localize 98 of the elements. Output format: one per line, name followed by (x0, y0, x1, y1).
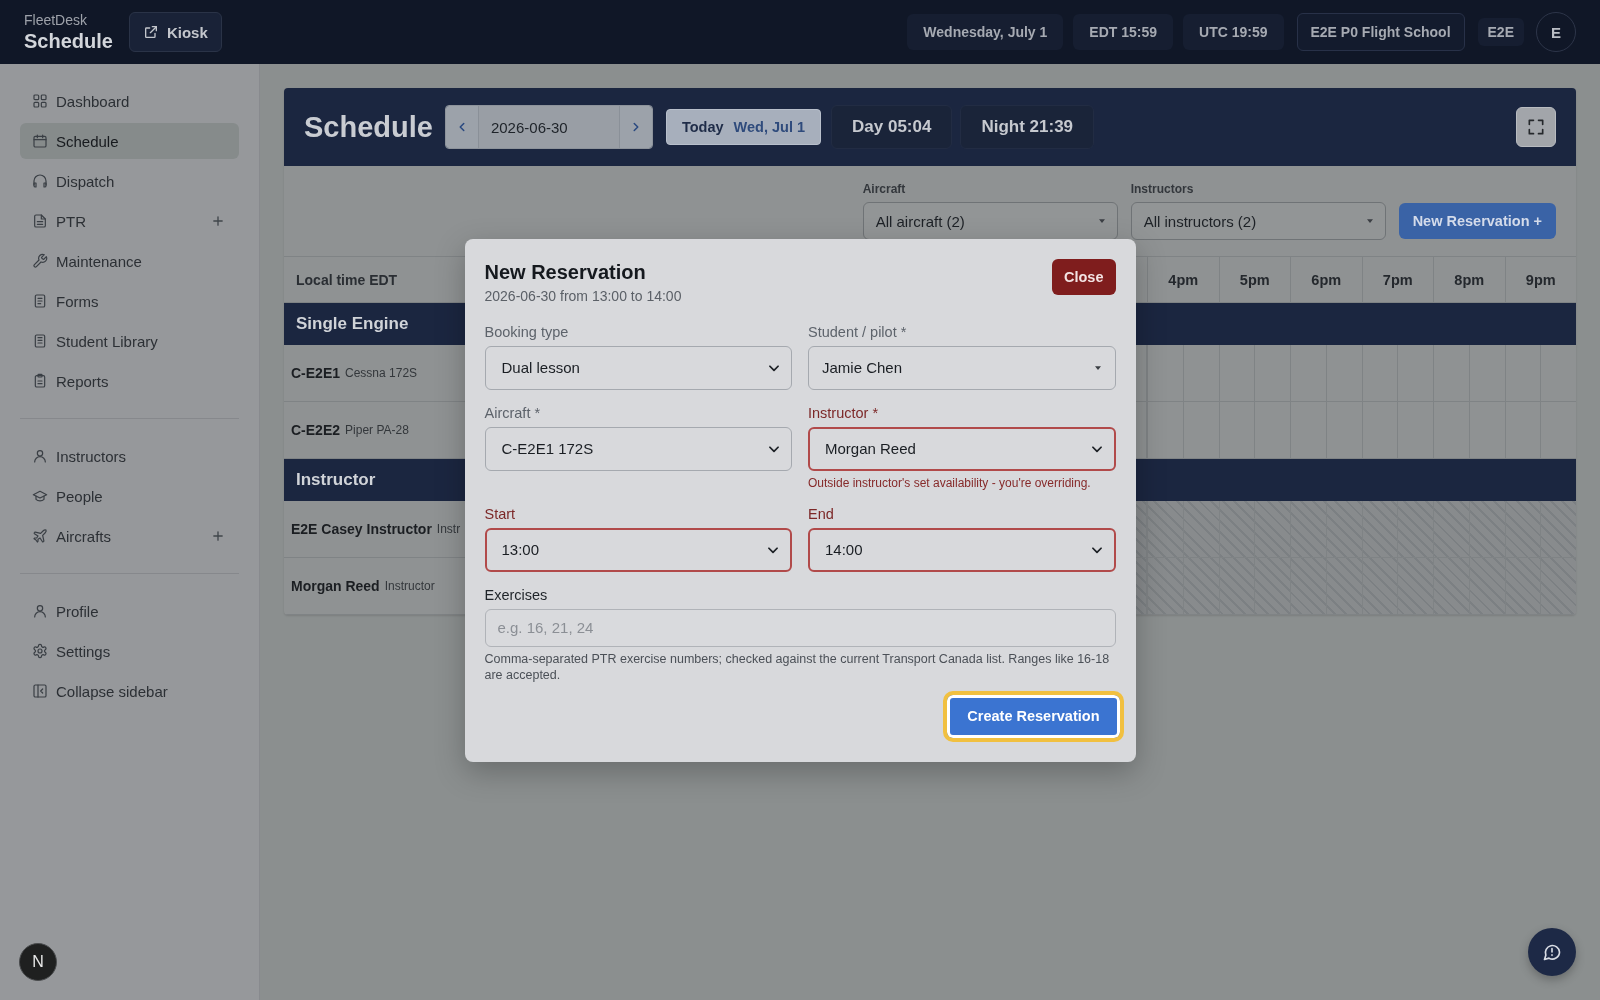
filter-select[interactable]: All instructors (2) (1130, 202, 1386, 240)
new-reservation-button[interactable]: New Reservation + (1398, 203, 1556, 239)
caret-icon (1094, 365, 1101, 370)
resource-name: C-E2E1 (291, 365, 341, 381)
filter-label: Aircraft (862, 181, 907, 197)
sidebar-item[interactable]: Aircrafts (20, 518, 239, 554)
field-label: End (808, 504, 835, 524)
field-label: Start (484, 504, 517, 524)
clipboard-icon (32, 373, 48, 389)
sidebar-item[interactable]: Reports (20, 363, 239, 399)
hour-header: 8pm (1433, 257, 1505, 302)
date-field[interactable]: 2026-06-30 (477, 106, 620, 148)
sidebar-item[interactable]: Profile (20, 593, 239, 629)
hour-header: 7pm (1361, 257, 1433, 302)
dialog-title: New Reservation (484, 259, 647, 285)
field-label: Booking type (484, 322, 570, 342)
header-chip: Wednesday, July 1 (907, 14, 1064, 50)
field-label: Aircraft * (484, 403, 542, 423)
combobox-field[interactable]: Jamie Chen (808, 345, 1116, 390)
sidebar-item[interactable]: Collapse sidebar (20, 673, 239, 709)
sidebar-panel-icon (32, 683, 48, 699)
select-field[interactable]: C-E2E1 172S (484, 426, 792, 471)
column-header: Local time EDT (296, 271, 398, 288)
field-label: Instructor * (808, 403, 880, 423)
caret-icon (1098, 219, 1105, 223)
fullscreen-button[interactable] (1516, 107, 1556, 147)
sidebar-item[interactable]: Dispatch (20, 163, 239, 199)
hour-header: 6pm (1290, 257, 1362, 302)
warning-text: Outside instructor's set availability - you're overriding. (808, 474, 1092, 491)
unavailable-slot[interactable] (1290, 501, 1362, 557)
kiosk-button[interactable]: Kiosk (128, 12, 222, 52)
hour-header: 9pm (1504, 257, 1576, 302)
plane-icon (32, 528, 48, 544)
caret-icon (1366, 219, 1373, 223)
sidebar-item[interactable]: Dashboard (20, 83, 239, 119)
app-name: FleetDesk (24, 11, 89, 29)
unavailable-slot[interactable] (1504, 501, 1576, 557)
external-link-icon (142, 24, 159, 40)
filter-label: Instructors (1130, 181, 1195, 197)
user-icon (32, 448, 48, 464)
fullscreen-icon (1526, 117, 1546, 137)
today-button[interactable]: Today Wed, Jul 1 (665, 109, 822, 145)
header-chip: EDT 15:59 (1073, 14, 1174, 50)
school-chip: E2E P0 Flight School (1296, 13, 1465, 51)
headphones-icon (32, 173, 48, 189)
select-field[interactable]: 14:00 (808, 527, 1116, 572)
page-title: Schedule (24, 29, 113, 53)
previous-day-button[interactable] (445, 106, 478, 148)
sidebar-item[interactable]: Maintenance (20, 243, 239, 279)
wrench-icon (32, 253, 48, 269)
notebook-icon (32, 333, 48, 349)
hour-header: 5pm (1218, 257, 1290, 302)
resource-type: Instr (436, 522, 461, 536)
sidebar-item[interactable]: Schedule (20, 123, 239, 159)
help-text: Comma-separated PTR exercise numbers; checked against the current Transport Canada list. Ranges like 16-18 are accepted. (484, 650, 1111, 683)
sidebar-item[interactable]: PTR (20, 203, 239, 239)
settings-icon (32, 643, 48, 659)
dialog-subtitle: 2026-06-30 from 13:00 to 14:00 (484, 286, 682, 306)
calendar-icon (32, 133, 48, 149)
resource-name: C-E2E2 (291, 422, 341, 438)
filter-select[interactable]: All aircraft (2) (862, 202, 1118, 240)
next-day-button[interactable] (619, 106, 652, 148)
unavailable-slot[interactable] (1433, 501, 1505, 557)
unavailable-slot[interactable] (1361, 501, 1433, 557)
resource-name: E2E Casey Instructor (291, 521, 432, 537)
user-icon (32, 603, 48, 619)
grid-icon (32, 93, 48, 109)
select-field[interactable]: Dual lesson (484, 345, 792, 390)
resource-name: Morgan Reed (291, 578, 380, 594)
sidebar-item[interactable]: People (20, 478, 239, 514)
field-label: Exercises (484, 585, 549, 605)
create-reservation-button[interactable]: Create Reservation (943, 690, 1124, 742)
sidebar-item[interactable]: Settings (20, 633, 239, 669)
role-badge: E2E (1477, 18, 1524, 46)
sidebar-item[interactable]: Instructors (20, 438, 239, 474)
schedule-title: Schedule (304, 110, 433, 144)
plus-icon[interactable] (213, 531, 223, 541)
daylight-chip: Day 05:04 (831, 105, 953, 149)
resource-type: Cessna 172S (345, 366, 418, 380)
plus-icon[interactable] (213, 216, 223, 226)
chat-icon (1542, 942, 1562, 962)
close-button[interactable]: Close (1052, 258, 1116, 295)
document-icon (32, 213, 48, 229)
resource-type: Instructor (384, 579, 435, 593)
graduation-cap-icon (32, 488, 48, 504)
daylight-chip: Night 21:39 (960, 105, 1095, 149)
select-field[interactable]: 13:00 (484, 527, 792, 572)
resource-type: Piper PA-28 (345, 423, 409, 437)
input-field[interactable]: e.g. 16, 21, 24 (484, 608, 1116, 647)
sidebar-item[interactable]: Student Library (20, 323, 239, 359)
header-chip: UTC 19:59 (1183, 14, 1284, 50)
sidebar-item[interactable]: Forms (20, 283, 239, 319)
unavailable-slot[interactable] (1147, 501, 1219, 557)
unavailable-slot[interactable] (1218, 501, 1290, 557)
field-label: Student / pilot * (808, 322, 908, 342)
select-field[interactable]: Morgan Reed (808, 426, 1116, 471)
hour-header: 4pm (1147, 257, 1219, 302)
form-icon (32, 293, 48, 309)
